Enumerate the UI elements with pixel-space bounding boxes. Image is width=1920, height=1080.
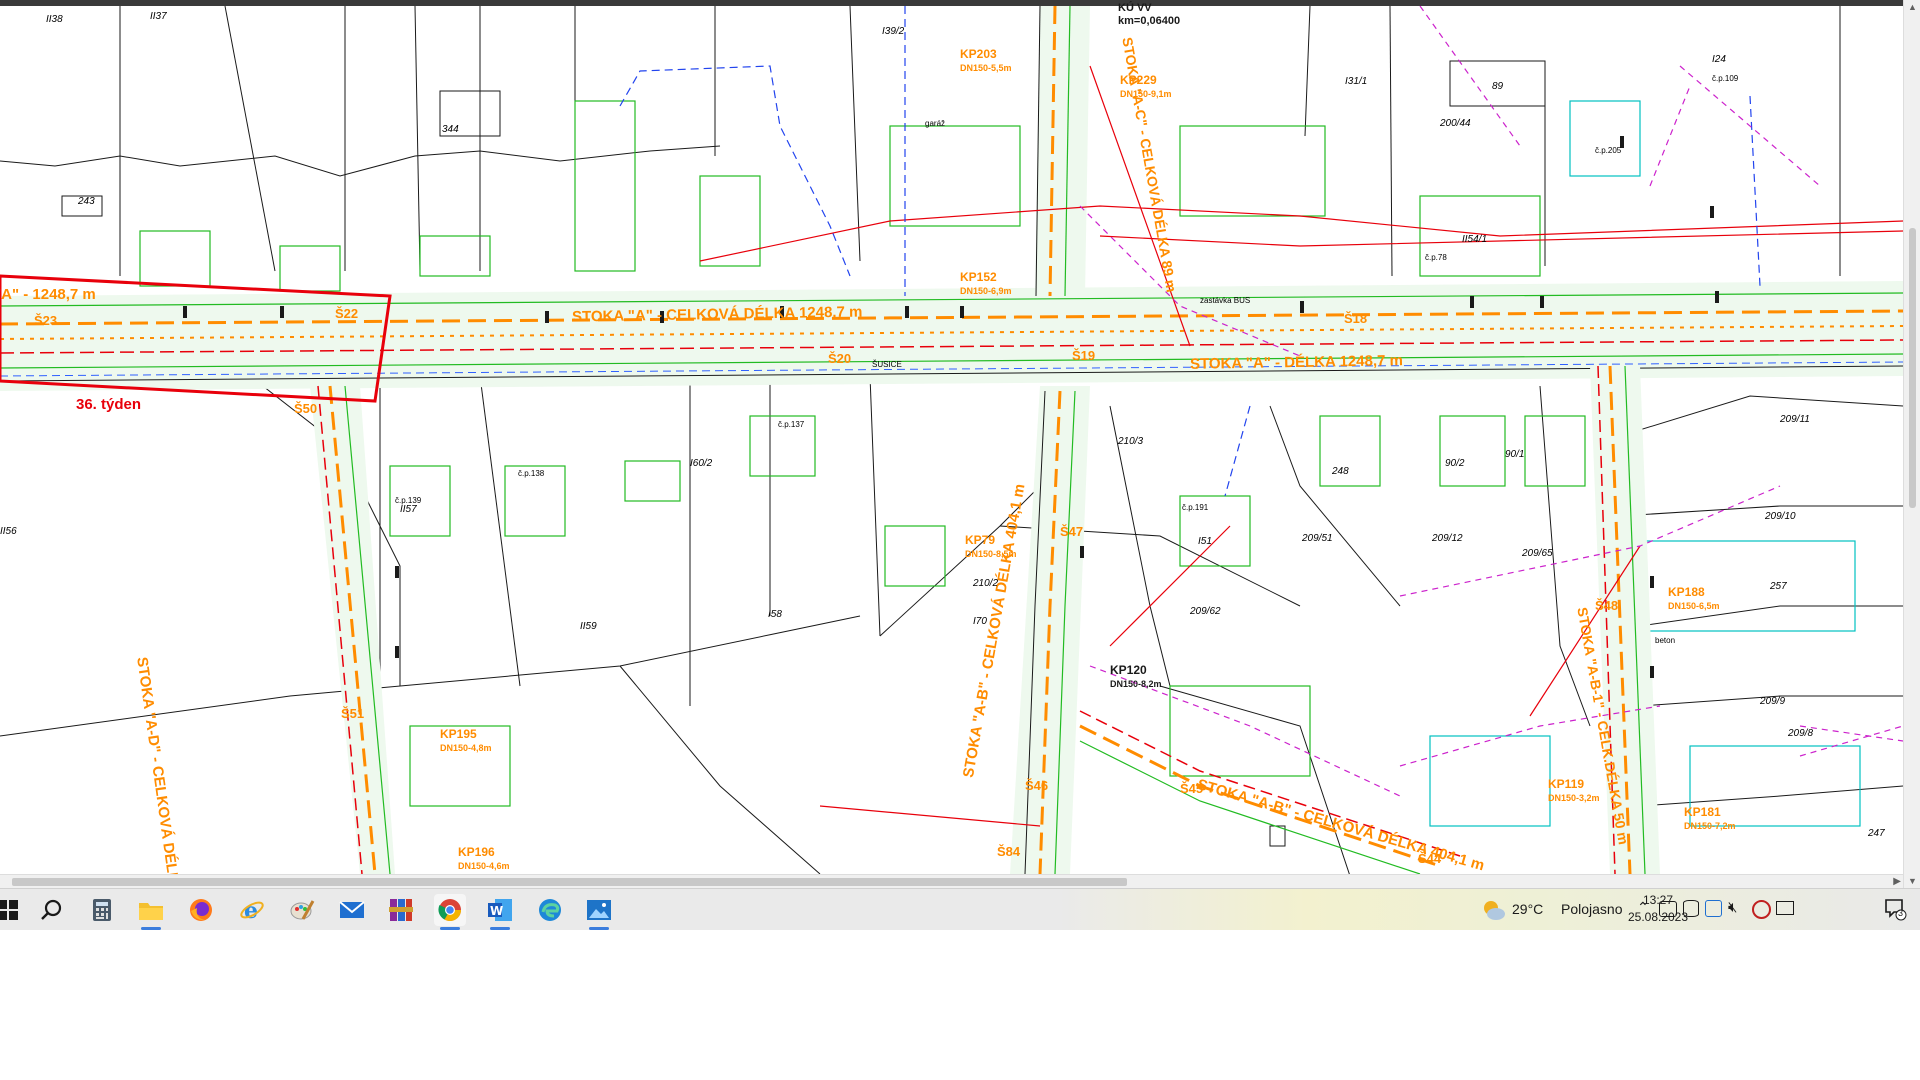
internet-explorer-icon[interactable]: e: [236, 894, 268, 926]
weather-temp[interactable]: 29°C: [1512, 901, 1543, 917]
clock-time: 13:27: [1642, 893, 1674, 907]
notification-center-icon[interactable]: 3: [1883, 897, 1907, 926]
vertical-scroll-thumb[interactable]: [1909, 228, 1916, 508]
horizontal-scrollbar[interactable]: ▶: [0, 874, 1903, 889]
word-icon[interactable]: W: [484, 894, 516, 930]
cadastral-map[interactable]: [0, 6, 1903, 874]
windows-taskbar: e W 29°C Polojasno ⌃ 🔇︎ 13:27 25.08.2023…: [0, 888, 1920, 930]
svg-text:e: e: [244, 898, 258, 923]
edge-icon[interactable]: [534, 894, 566, 926]
firefox-icon[interactable]: [185, 894, 217, 926]
speaker-muted-icon[interactable]: 🔇︎: [1728, 899, 1737, 916]
clock-date: 25.08.2023: [1627, 910, 1689, 924]
winrar-icon[interactable]: [385, 894, 417, 926]
empty-area: [0, 930, 1920, 1080]
display-icon[interactable]: [1776, 901, 1794, 915]
scroll-up-icon[interactable]: ▲: [1908, 2, 1917, 12]
scroll-right-icon[interactable]: ▶: [1893, 876, 1901, 887]
weather-icon[interactable]: [1480, 898, 1506, 927]
chrome-icon[interactable]: [434, 894, 466, 930]
svg-text:W: W: [490, 904, 503, 918]
scroll-down-icon[interactable]: ▼: [1908, 876, 1917, 886]
file-explorer-icon[interactable]: [135, 894, 167, 930]
mail-icon[interactable]: [336, 894, 368, 926]
antivirus-icon[interactable]: [1752, 900, 1771, 919]
search-icon[interactable]: [36, 894, 68, 926]
document-viewer[interactable]: STOKA "A" - CELKOVÁ DÉLKA 1248,7 m STOKA…: [0, 0, 1920, 930]
notification-count: 3: [1898, 908, 1904, 918]
calculator-icon[interactable]: [86, 894, 118, 926]
photos-icon[interactable]: [583, 894, 615, 930]
horizontal-scroll-thumb[interactable]: [12, 878, 1127, 886]
paint-icon[interactable]: [286, 894, 318, 926]
start-icon[interactable]: [0, 894, 24, 926]
system-clock[interactable]: 13:27 25.08.2023: [1608, 892, 1708, 926]
vertical-scrollbar[interactable]: ▲ ▼: [1903, 0, 1920, 888]
